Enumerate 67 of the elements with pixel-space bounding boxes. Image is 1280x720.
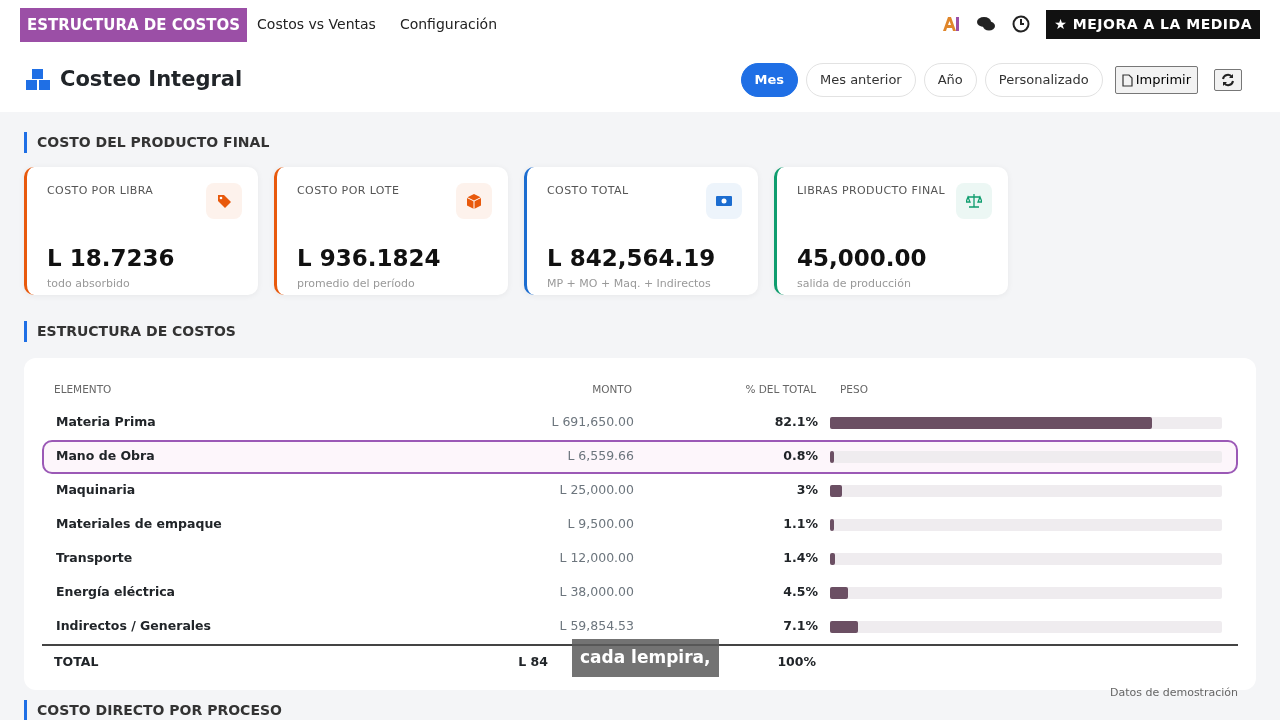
- table-cell-text: L 691,650.00: [550, 413, 635, 432]
- table-cell-text: Materia Prima: [55, 413, 157, 432]
- column-header: PESO: [839, 382, 869, 397]
- table-cell-text: Materiales de empaque: [55, 515, 223, 534]
- table-cell-text: 1.1%: [782, 515, 819, 534]
- kpi-value: L 842,564.19: [547, 244, 717, 273]
- table-cell-text: L 6,559.66: [566, 447, 635, 466]
- kpi-label: LIBRAS PRODUCTO FINAL: [797, 183, 945, 199]
- kpi-label: COSTO POR LIBRA: [47, 183, 154, 199]
- period-tab[interactable]: Mes anterior: [806, 63, 916, 97]
- tag-icon: [216, 193, 232, 209]
- table-cell-text: Transporte: [55, 549, 134, 568]
- page-title: Costeo Integral: [60, 67, 243, 93]
- scale-icon: [966, 193, 982, 209]
- demo-data-note: Datos de demostración: [1109, 685, 1238, 702]
- video-subtitle: cada lempira,: [572, 639, 719, 677]
- kpi-value: L 18.7236: [47, 244, 176, 273]
- period-tab[interactable]: Año: [923, 63, 977, 97]
- banknote-icon: [716, 193, 732, 209]
- table-cell-text: L 12,000.00: [558, 549, 635, 568]
- table-cell-text: TOTAL: [53, 653, 100, 672]
- promo-banner[interactable]: ★ MEJORA A LA MEDIDA: [1046, 9, 1260, 39]
- pdf-icon: [1121, 73, 1133, 87]
- refresh-icon: [1221, 73, 1235, 87]
- kpi-note: salida de producción: [797, 275, 912, 292]
- table-cell-text: 3%: [795, 481, 819, 500]
- chat-icon[interactable]: [976, 16, 997, 32]
- print-button[interactable]: Imprimir: [1114, 66, 1198, 94]
- table-cell-text: L 59,854.53: [558, 617, 635, 636]
- kpi-label: COSTO TOTAL: [547, 183, 629, 199]
- table-cell-text: L 25,000.00: [558, 481, 635, 500]
- ai-icon[interactable]: [942, 16, 961, 32]
- kpi-note: todo absorbido: [47, 275, 131, 292]
- table-cell-text: 1.4%: [782, 549, 819, 568]
- table-cell-text: Indirectos / Generales: [55, 617, 213, 636]
- column-header: % DEL TOTAL: [744, 382, 817, 397]
- menu-link[interactable]: Costos vs Ventas: [257, 15, 376, 32]
- table-cell-text: 82.1%: [773, 413, 819, 432]
- column-header: ELEMENTO: [53, 382, 113, 397]
- kpi-value: 45,000.00: [797, 244, 928, 273]
- app-title[interactable]: ESTRUCTURA DE COSTOS: [20, 7, 248, 43]
- period-tab[interactable]: Mes: [740, 63, 798, 97]
- table-cell-text: L 38,000.00: [558, 583, 635, 602]
- kpi-note: MP + MO + Maq. + Indirectos: [547, 275, 712, 292]
- table-cell-text: L 9,500.00: [566, 515, 635, 534]
- cubes-icon: [24, 68, 52, 92]
- clock-icon[interactable]: [1012, 15, 1031, 33]
- table-cell-text: 0.8%: [782, 447, 819, 466]
- table-cell-text: Energía eléctrica: [55, 583, 177, 602]
- menu-link[interactable]: Configuración: [399, 15, 498, 32]
- table-cell-text: 7.1%: [782, 617, 819, 636]
- selected-row[interactable]: Mano de Obra L 6,559.66 0.8%: [42, 439, 1238, 474]
- section-title: COSTO DEL PRODUCTO FINAL: [24, 132, 1280, 153]
- section-title: ESTRUCTURA DE COSTOS: [24, 321, 1280, 342]
- section-title: COSTO DIRECTO POR PROCESO: [24, 699, 1280, 720]
- table-cell-text: Maquinaria: [55, 481, 137, 500]
- table-cell: L 84: [518, 654, 548, 670]
- column-header: MONTO: [591, 382, 633, 397]
- refresh-button[interactable]: [1214, 69, 1242, 91]
- period-tab[interactable]: Personalizado: [984, 63, 1103, 97]
- kpi-label: COSTO POR LOTE: [297, 183, 400, 199]
- table-cell-text: 4.5%: [782, 583, 819, 602]
- kpi-value: L 936.1824: [297, 244, 442, 273]
- box-icon: [466, 193, 482, 209]
- table-cell-text: Mano de Obra: [55, 447, 156, 466]
- table-cell: 100%: [777, 654, 816, 670]
- kpi-note: promedio del período: [297, 275, 416, 292]
